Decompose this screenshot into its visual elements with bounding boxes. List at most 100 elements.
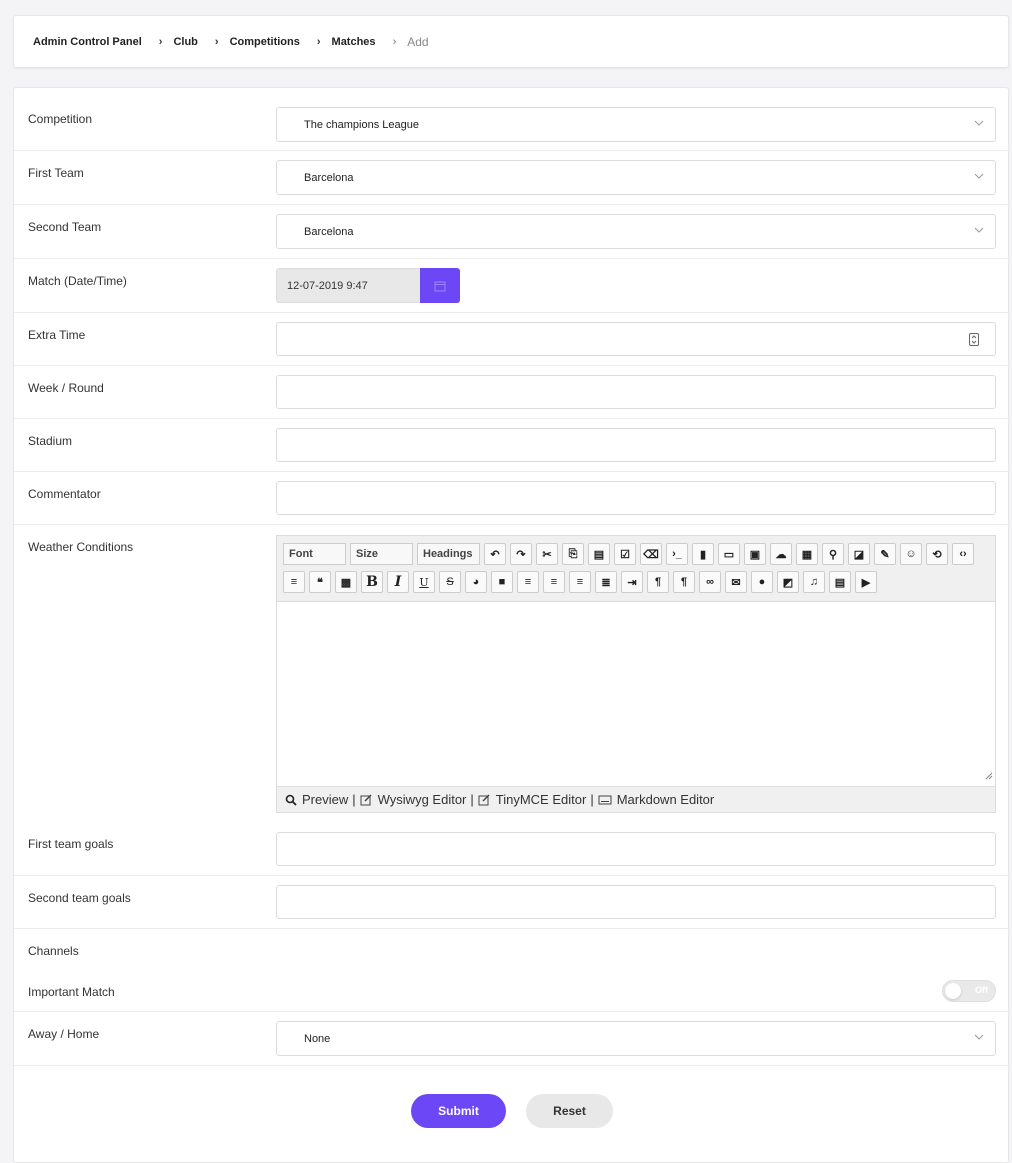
ltr-icon[interactable]: ¶ <box>647 571 669 593</box>
second-team-goals-label: Second team goals <box>28 891 131 905</box>
qr-code-icon[interactable]: ▩ <box>335 571 357 593</box>
breadcrumb-club[interactable]: Club <box>173 36 197 48</box>
row-second-team: Second Team Barcelona <box>14 205 1010 259</box>
breadcrumb-admin-control-panel[interactable]: Admin Control Panel <box>33 36 142 48</box>
comment-icon[interactable]: ● <box>751 571 773 593</box>
italic-icon[interactable]: I <box>387 571 409 593</box>
week-round-label: Week / Round <box>28 381 104 395</box>
strikethrough-icon[interactable]: S <box>439 571 461 593</box>
footer-separator: | <box>470 792 474 807</box>
stadium-label: Stadium <box>28 434 73 448</box>
breadcrumb-competitions[interactable]: Competitions <box>230 36 300 48</box>
match-datetime-input[interactable]: 12-07-2019 9:47 <box>276 268 421 303</box>
row-second-team-goals: Second team goals <box>14 876 1010 929</box>
align-right-icon[interactable]: ≡ <box>517 571 539 593</box>
align-center-icon[interactable]: ≡ <box>543 571 565 593</box>
chain-link-icon[interactable]: ∞ <box>699 571 721 593</box>
video-icon[interactable]: ▤ <box>829 571 851 593</box>
wysiwyg-link[interactable]: Wysiwyg Editor <box>360 792 466 807</box>
font-dropdown[interactable]: Font <box>283 543 346 565</box>
headings-dropdown[interactable]: Headings <box>417 543 480 565</box>
upload-icon[interactable]: ☁ <box>770 543 792 565</box>
redo-icon[interactable]: ↷ <box>510 543 532 565</box>
row-competition: Competition The champions League <box>14 88 1010 151</box>
quote-icon[interactable]: ❝ <box>309 571 331 593</box>
align-justify-icon[interactable]: ≣ <box>595 571 617 593</box>
second-team-value: Barcelona <box>304 226 354 238</box>
weather-editor-textarea[interactable] <box>277 602 995 782</box>
important-match-toggle[interactable]: Off <box>942 980 996 1002</box>
away-home-value: None <box>304 1033 331 1045</box>
important-match-label: Important Match <box>28 985 115 999</box>
history-icon[interactable]: ⟲ <box>926 543 948 565</box>
row-stadium: Stadium <box>14 419 1010 472</box>
extra-time-label: Extra Time <box>28 328 86 342</box>
resize-grip-icon[interactable] <box>983 770 993 780</box>
markdown-label: Markdown Editor <box>616 792 715 807</box>
palette-icon[interactable]: ◕ <box>465 571 487 593</box>
weather-editor: Font Size Headings ↶ ↷ ✂ ⎘ ▤ ☑ ⌫ ›_ ▮ ▭ … <box>276 535 996 813</box>
breadcrumb-matches[interactable]: Matches <box>332 36 376 48</box>
background-color-icon[interactable]: ■ <box>491 571 513 593</box>
document-icon[interactable]: ▮ <box>692 543 714 565</box>
cut-icon[interactable]: ✂ <box>536 543 558 565</box>
emoji-icon[interactable]: ☺ <box>900 543 922 565</box>
bold-icon[interactable]: B <box>361 571 383 593</box>
footer-separator: | <box>590 792 594 807</box>
chevron-right-icon: › <box>392 35 397 48</box>
commentator-input[interactable] <box>276 481 996 515</box>
row-extra-time: Extra Time <box>14 313 1010 366</box>
reset-button[interactable]: Reset <box>526 1094 613 1128</box>
first-team-select[interactable]: Barcelona <box>276 160 996 195</box>
copy-icon[interactable]: ⎘ <box>562 543 584 565</box>
link-icon[interactable]: ⚲ <box>822 543 844 565</box>
keyboard-icon <box>598 795 612 805</box>
footer-separator: | <box>352 792 356 807</box>
second-team-select[interactable]: Barcelona <box>276 214 996 249</box>
row-first-team: First Team Barcelona <box>14 151 1010 205</box>
calendar-button[interactable] <box>420 268 460 303</box>
rtl-icon[interactable]: ¶ <box>673 571 695 593</box>
edit-icon <box>360 793 372 805</box>
embed-icon[interactable]: ◩ <box>777 571 799 593</box>
external-link-icon[interactable]: ◪ <box>848 543 870 565</box>
size-dropdown[interactable]: Size <box>350 543 413 565</box>
second-team-goals-input[interactable] <box>276 885 996 919</box>
week-round-input[interactable] <box>276 375 996 409</box>
stadium-input[interactable] <box>276 428 996 462</box>
first-team-goals-input[interactable] <box>276 832 996 866</box>
paste-icon[interactable]: ▤ <box>588 543 610 565</box>
away-home-select[interactable]: None <box>276 1021 996 1056</box>
source-code-icon[interactable]: ‹› <box>952 543 974 565</box>
eraser-icon[interactable]: ⌫ <box>640 543 662 565</box>
indent-icon[interactable]: ⇥ <box>621 571 643 593</box>
audio-icon[interactable]: ♫ <box>803 571 825 593</box>
edit-icon[interactable]: ✎ <box>874 543 896 565</box>
align-left-icon[interactable]: ≡ <box>569 571 591 593</box>
preview-link[interactable]: Preview <box>285 792 348 807</box>
list-icon[interactable]: ≡ <box>283 571 305 593</box>
select-all-icon[interactable]: ☑ <box>614 543 636 565</box>
preview-label: Preview <box>302 792 349 807</box>
submit-button[interactable]: Submit <box>411 1094 506 1128</box>
match-form: Competition The champions League First T… <box>13 87 1010 1163</box>
row-match-datetime: Match (Date/Time) 12-07-2019 9:47 <box>14 259 1010 313</box>
underline-icon[interactable]: U <box>413 571 435 593</box>
image-icon[interactable]: ▣ <box>744 543 766 565</box>
archive-icon[interactable]: ▦ <box>796 543 818 565</box>
chevron-down-icon <box>974 227 984 233</box>
box-icon[interactable]: ▭ <box>718 543 740 565</box>
competition-select[interactable]: The champions League <box>276 107 996 142</box>
extra-time-input[interactable] <box>276 322 996 356</box>
youtube-icon[interactable]: ▶ <box>855 571 877 593</box>
row-first-team-goals: First team goals <box>14 822 1010 876</box>
number-spinner-icon[interactable] <box>969 333 979 346</box>
markdown-link[interactable]: Markdown Editor <box>598 792 715 807</box>
first-team-goals-label: First team goals <box>28 837 114 851</box>
search-icon <box>285 794 297 806</box>
email-icon[interactable]: ✉ <box>725 571 747 593</box>
chevron-right-icon: › <box>214 35 219 48</box>
tinymce-link[interactable]: TinyMCE Editor <box>478 792 586 807</box>
undo-icon[interactable]: ↶ <box>484 543 506 565</box>
code-terminal-icon[interactable]: ›_ <box>666 543 688 565</box>
